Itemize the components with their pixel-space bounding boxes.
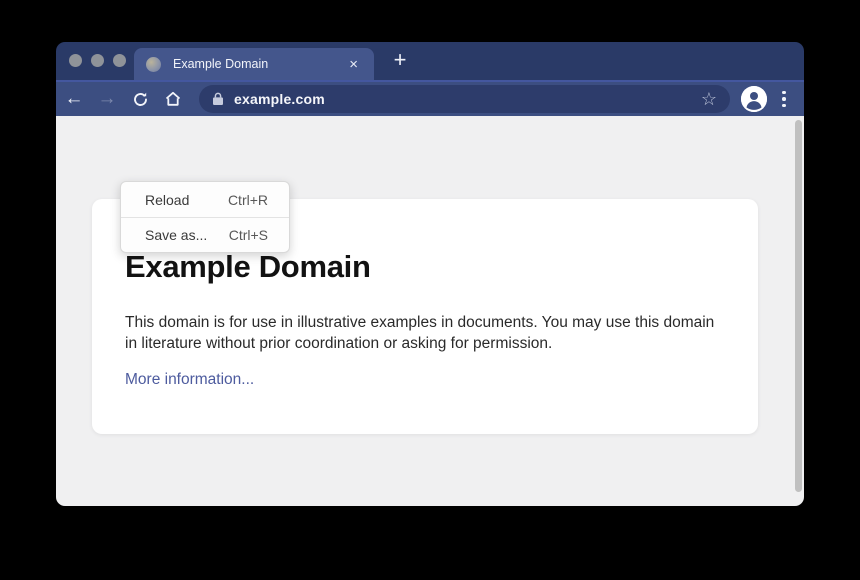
home-icon bbox=[164, 90, 182, 108]
reload-icon bbox=[132, 91, 149, 108]
menu-item-shortcut: Ctrl+R bbox=[228, 192, 268, 208]
back-button[interactable]: ← bbox=[59, 85, 89, 113]
toolbar: ← → bbox=[56, 80, 804, 116]
menu-item-label: Save as... bbox=[145, 227, 207, 243]
address-bar[interactable]: example.com ☆ bbox=[199, 85, 730, 113]
tab-close-icon[interactable]: × bbox=[345, 55, 362, 74]
profile-avatar-icon[interactable] bbox=[741, 86, 767, 112]
desktop-background: Example Domain × + ← → bbox=[0, 0, 860, 580]
vertical-scrollbar[interactable] bbox=[795, 120, 802, 492]
context-menu-item-reload[interactable]: Reload Ctrl+R bbox=[121, 182, 289, 217]
context-menu: Reload Ctrl+R Save as... Ctrl+S bbox=[120, 181, 290, 253]
forward-button[interactable]: → bbox=[92, 85, 122, 113]
browser-window: Example Domain × + ← → bbox=[56, 42, 804, 506]
reload-button[interactable] bbox=[125, 85, 155, 113]
page-viewport: Example Domain This domain is for use in… bbox=[56, 116, 804, 506]
browser-tab[interactable]: Example Domain × bbox=[134, 48, 374, 80]
page-paragraph: This domain is for use in illustrative e… bbox=[125, 312, 717, 354]
https-lock-icon[interactable] bbox=[212, 92, 224, 106]
forward-arrow-icon: → bbox=[98, 88, 117, 110]
window-close-button[interactable] bbox=[69, 54, 82, 67]
window-minimize-button[interactable] bbox=[91, 54, 104, 67]
context-menu-item-save-as[interactable]: Save as... Ctrl+S bbox=[121, 217, 289, 252]
url-text: example.com bbox=[234, 91, 698, 107]
browser-menu-icon[interactable] bbox=[776, 87, 792, 112]
home-button[interactable] bbox=[158, 85, 188, 113]
window-zoom-button[interactable] bbox=[113, 54, 126, 67]
tab-title: Example Domain bbox=[173, 57, 345, 71]
back-arrow-icon: ← bbox=[65, 88, 84, 110]
more-information-link[interactable]: More information... bbox=[125, 371, 254, 389]
titlebar: Example Domain × + bbox=[56, 42, 804, 80]
menu-item-label: Reload bbox=[145, 192, 189, 208]
new-tab-button[interactable]: + bbox=[386, 46, 414, 74]
menu-item-shortcut: Ctrl+S bbox=[229, 227, 268, 243]
window-controls bbox=[69, 54, 126, 67]
tab-favicon-globe-icon bbox=[146, 57, 161, 72]
bookmark-star-icon[interactable]: ☆ bbox=[698, 89, 720, 110]
page-title: Example Domain bbox=[125, 249, 725, 285]
